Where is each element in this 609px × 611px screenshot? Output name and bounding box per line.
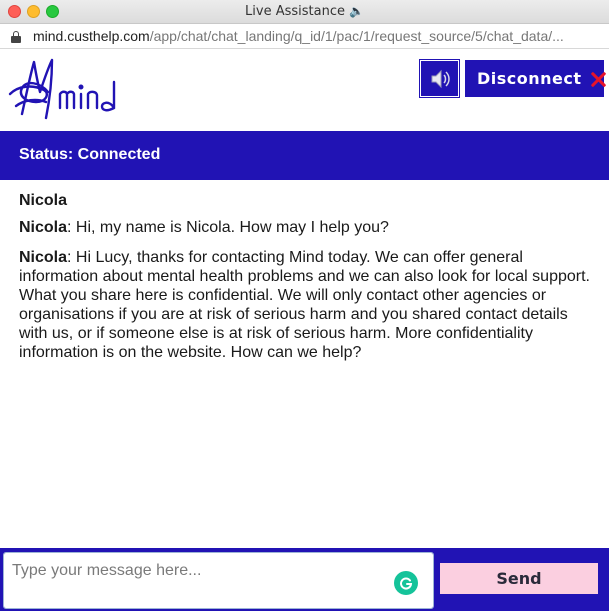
mind-logo (6, 56, 126, 127)
composer-bar: Send (0, 548, 609, 611)
lock-icon (11, 31, 21, 43)
send-button[interactable]: Send (440, 563, 598, 594)
window-title: Live Assistance 🔈 (0, 4, 609, 19)
address-bar[interactable]: mind.custhelp.com/app/chat/chat_landing/… (0, 24, 609, 49)
grammarly-icon[interactable] (394, 571, 418, 595)
message-sender: Nicola (19, 249, 68, 266)
disconnect-label: Disconnect (477, 69, 582, 88)
agent-name: Nicola (19, 192, 68, 209)
speaker-icon (431, 69, 450, 88)
url-text[interactable]: mind.custhelp.com/app/chat/chat_landing/… (33, 28, 564, 44)
message-sender: Nicola (19, 219, 68, 236)
chat-header: Disconnect (0, 49, 609, 131)
status-bar: Status: Connected (0, 131, 609, 180)
chat-message: Nicola: Hi Lucy, thanks for contacting M… (19, 248, 590, 362)
window-titlebar: Live Assistance 🔈 (0, 0, 609, 24)
message-input[interactable] (3, 552, 434, 609)
url-host: mind.custhelp.com (33, 28, 150, 44)
chat-transcript: Nicola Nicola: Hi, my name is Nicola. Ho… (0, 180, 609, 548)
message-text: : Hi, my name is Nicola. How may I help … (67, 219, 389, 236)
status-text: Status: Connected (19, 146, 161, 163)
speaker-icon: 🔈 (349, 4, 364, 18)
sound-toggle-button[interactable] (419, 59, 460, 98)
url-path: /app/chat/chat_landing/q_id/1/pac/1/requ… (149, 28, 564, 44)
chat-message: Nicola: Hi, my name is Nicola. How may I… (19, 218, 590, 237)
disconnect-button[interactable]: Disconnect (465, 60, 604, 97)
message-text: : Hi Lucy, thanks for contacting Mind to… (19, 249, 590, 361)
window-title-text: Live Assistance (245, 4, 345, 19)
close-icon (590, 71, 604, 87)
